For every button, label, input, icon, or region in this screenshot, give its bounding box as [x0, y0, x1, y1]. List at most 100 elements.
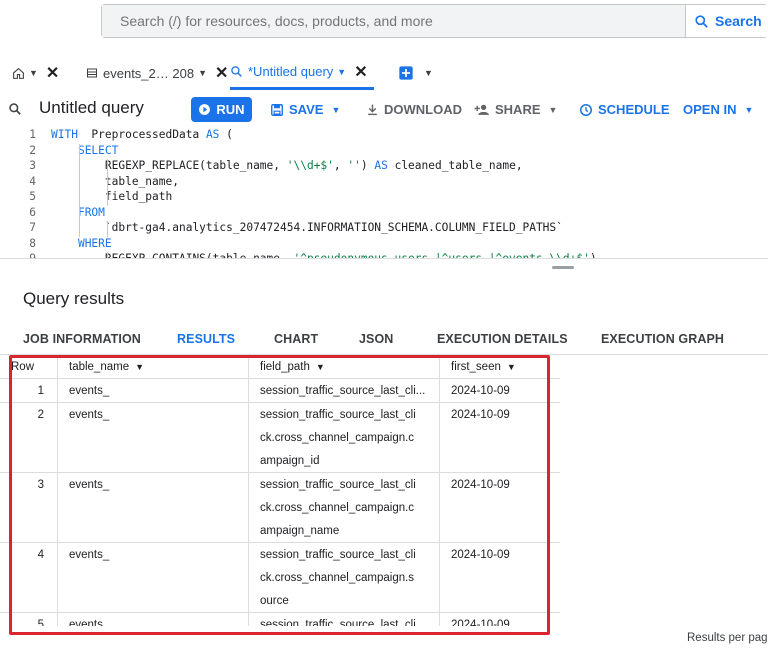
query-toolbar: Untitled query RUN SAVE ▼ DOWNLOAD SHARE… — [0, 94, 768, 124]
table-header: Row table_name ▼ field_path ▼ first_seen ▼ — [0, 356, 560, 379]
row-number: 5 — [37, 619, 44, 626]
code-text: REGEXP_REPLACE(table_name, '\\d+$', '') … — [51, 159, 523, 172]
table-row[interactable]: 5 events_ session_traffic_source_last_cli 2… — [0, 614, 560, 626]
search-input[interactable] — [102, 5, 685, 37]
column-divider[interactable] — [57, 356, 58, 626]
line-number: 1 — [29, 128, 36, 141]
tab-job-information[interactable]: JOB INFORMATION — [23, 332, 141, 346]
column-header-table-name[interactable]: table_name ▼ — [69, 356, 144, 379]
open-in-label: OPEN IN — [683, 102, 737, 117]
chevron-down-icon: ▼ — [331, 104, 341, 115]
play-icon — [199, 104, 211, 115]
chevron-down-icon[interactable]: ▼ — [424, 68, 433, 78]
code-text: `dbrt-ga4.analytics_207472454.INFORMATIO… — [51, 221, 563, 234]
line-number: 2 — [29, 143, 36, 157]
cell-field-path: session_traffic_source_last_cli ck.cross_… — [260, 549, 416, 607]
cell-table-name: events_ — [69, 409, 110, 421]
tab-home[interactable]: ▼ ✕ — [12, 56, 59, 90]
code-line: 5 field_path — [0, 190, 768, 205]
table-row[interactable]: 3 events_ session_traffic_source_last_cli c… — [0, 474, 560, 543]
search-icon — [695, 14, 708, 28]
chevron-down-icon: ▼ — [744, 104, 754, 115]
resize-handle[interactable] — [552, 266, 574, 269]
column-divider[interactable] — [439, 356, 440, 626]
cell-first-seen: 2024-10-09 — [451, 479, 510, 491]
code-text: FROM — [77, 205, 105, 219]
column-divider[interactable] — [248, 356, 249, 626]
save-button[interactable]: SAVE ▼ — [270, 97, 340, 122]
indent-guide — [79, 143, 80, 237]
results-per-page-label: Results per pag — [687, 632, 768, 644]
code-line: 6 FROM — [0, 206, 768, 221]
table-row[interactable]: 2 events_ session_traffic_source_last_cli c… — [0, 404, 560, 473]
row-number: 3 — [37, 479, 44, 491]
download-button[interactable]: DOWNLOAD — [366, 97, 462, 122]
line-number: 3 — [29, 159, 36, 172]
run-button[interactable]: RUN — [191, 97, 252, 122]
tab-results[interactable]: RESULTS — [177, 332, 235, 346]
code-line: 1 WITH PreprocessedData AS ( — [0, 128, 768, 143]
run-label: RUN — [216, 102, 245, 117]
column-header-field-path[interactable]: field_path ▼ — [260, 356, 325, 379]
cell-field-path: session_traffic_source_last_cli ck.cross_… — [260, 479, 416, 537]
close-icon[interactable]: ✕ — [46, 63, 59, 83]
tab-events-table[interactable]: events_2… 208 ▼ ✕ — [86, 56, 228, 90]
sort-down-icon: ▼ — [506, 362, 516, 372]
tab-execution-graph[interactable]: EXECUTION GRAPH — [601, 332, 724, 346]
cell-table-name: events_ — [69, 479, 110, 491]
indent-guide — [107, 221, 108, 237]
schedule-label: SCHEDULE — [598, 102, 670, 117]
cell-field-path: session_traffic_source_last_cli... — [260, 385, 426, 397]
cell-first-seen: 2024-10-09 — [451, 409, 510, 421]
column-header-first-seen[interactable]: first_seen ▼ — [451, 356, 516, 379]
code-line: 4 table_name, — [0, 175, 768, 190]
tab-untitled-query[interactable]: *Untitled query ▼ ✕ — [230, 56, 374, 90]
home-icon — [13, 67, 24, 79]
line-number: 8 — [29, 236, 36, 250]
share-label: SHARE — [495, 102, 541, 117]
line-number: 7 — [29, 221, 36, 234]
results-heading: Query results — [23, 289, 125, 308]
tab-events-label: events_2… 208 — [103, 65, 195, 81]
download-icon — [368, 104, 377, 116]
query-icon — [9, 103, 21, 115]
code-line: 8 WHERE — [0, 237, 768, 252]
results-table: Row table_name ▼ field_path ▼ first_seen ▼ … — [0, 356, 560, 626]
sort-down-icon: ▼ — [135, 362, 145, 372]
close-icon[interactable]: ✕ — [215, 63, 228, 83]
tab-untitled-label: *Untitled query — [248, 64, 334, 79]
line-number: 6 — [29, 205, 36, 219]
cell-field-path: session_traffic_source_last_cli — [260, 619, 416, 626]
chevron-down-icon: ▼ — [548, 104, 558, 115]
table-icon — [87, 68, 97, 78]
page-title: Untitled query — [39, 98, 144, 117]
code-text: WHERE — [77, 236, 112, 250]
cell-first-seen: 2024-10-09 — [451, 619, 510, 626]
schedule-button[interactable]: SCHEDULE — [579, 97, 670, 122]
search-button[interactable]: Search — [685, 5, 768, 37]
search-button-label: Search — [715, 13, 762, 29]
row-number: 4 — [37, 549, 44, 561]
tab-chart[interactable]: CHART — [274, 332, 318, 346]
chevron-down-icon[interactable]: ▼ — [198, 68, 207, 78]
cell-first-seen: 2024-10-09 — [451, 549, 510, 561]
share-button[interactable]: SHARE ▼ — [474, 97, 557, 122]
code-text: SELECT — [77, 143, 119, 157]
save-icon — [271, 103, 283, 116]
table-row[interactable]: 4 events_ session_traffic_source_last_cli c… — [0, 544, 560, 613]
tab-json[interactable]: JSON — [359, 332, 393, 346]
open-in-button[interactable]: OPEN IN ▼ — [683, 97, 753, 122]
cell-table-name: events_ — [69, 619, 110, 626]
table-row[interactable]: 1 events_ session_traffic_source_last_cli.… — [0, 380, 560, 403]
chevron-down-icon[interactable]: ▼ — [29, 68, 38, 78]
line-number: 5 — [29, 190, 36, 203]
chevron-down-icon[interactable]: ▼ — [337, 67, 346, 77]
cell-field-path: session_traffic_source_last_cli ck.cross_… — [260, 409, 416, 467]
sql-editor[interactable]: 1 WITH PreprocessedData AS (2 SELECT 3 REG… — [0, 126, 768, 258]
add-icon — [399, 66, 413, 80]
new-tab-button[interactable]: ▼ — [398, 56, 433, 90]
tab-execution-details[interactable]: EXECUTION DETAILS — [437, 332, 568, 346]
column-header-row: Row — [11, 361, 35, 373]
search-bar: Search — [101, 4, 768, 38]
close-icon[interactable]: ✕ — [354, 62, 367, 82]
